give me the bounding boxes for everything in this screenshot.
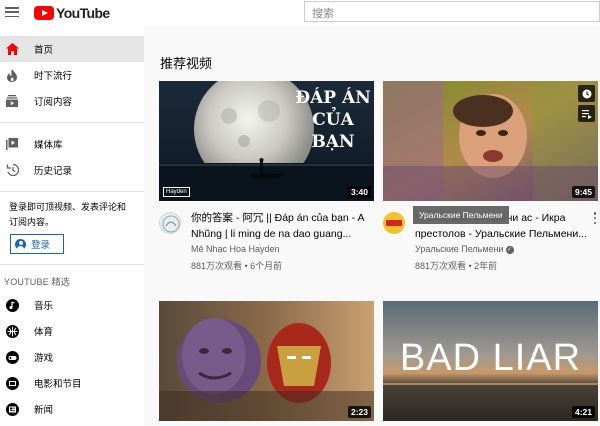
- movies-icon: [5, 376, 19, 390]
- section-title-featured: YOUTUBE 精选: [4, 277, 71, 287]
- video-thumbnail[interactable]: BAD LIAR 4:21: [383, 301, 598, 421]
- video-duration: 3:40: [347, 186, 371, 198]
- channel-name[interactable]: Mê Nhạc Hoa Hayden: [191, 244, 280, 254]
- thumbnail-comedy-image: [383, 81, 598, 201]
- video-thumbnail[interactable]: ĐÁP ÁN CỦA BẠN Hayden 3:40: [159, 81, 374, 201]
- guide-menu-button[interactable]: [4, 5, 20, 19]
- clock-icon: [582, 89, 591, 98]
- sidebar-item-trending[interactable]: 时下流行: [0, 62, 144, 88]
- channel-avatar[interactable]: [383, 212, 405, 234]
- youtube-play-icon: [34, 6, 54, 20]
- sidebar-item-history[interactable]: 历史记录: [0, 157, 144, 183]
- masthead: YouTube 搜索: [0, 0, 600, 26]
- signin-button[interactable]: 登录: [10, 234, 64, 254]
- video-thumbnail[interactable]: 2:23: [159, 301, 374, 421]
- video-card: 9:45 Уральские Пельмени ас - Икра престо…: [383, 81, 598, 271]
- sidebar-item-library[interactable]: 媒体库: [0, 131, 144, 157]
- section-title-recommended: 推荐视频: [160, 56, 213, 71]
- channel-avatar[interactable]: [159, 212, 181, 234]
- thumbnail-caption: Hayden: [163, 187, 190, 197]
- music-icon: [5, 298, 19, 312]
- sports-icon: [5, 324, 19, 338]
- video-thumbnail[interactable]: 9:45: [383, 81, 598, 201]
- gaming-icon: [5, 350, 19, 364]
- more-actions-button[interactable]: [592, 211, 598, 225]
- video-duration: 4:21: [571, 406, 595, 418]
- queue-icon: [581, 109, 592, 119]
- youtube-logo[interactable]: YouTube: [34, 5, 110, 21]
- trending-icon: [5, 68, 19, 82]
- video-stats: 881万次观看 • 6个月前: [191, 261, 283, 271]
- video-duration: 9:45: [571, 186, 595, 198]
- verified-icon: ✓: [505, 245, 514, 254]
- sidebar-item-music[interactable]: 音乐: [0, 292, 144, 318]
- sidebar-item-sports[interactable]: 体育: [0, 318, 144, 344]
- sidebar-item-news[interactable]: 新闻: [0, 396, 144, 422]
- search-input[interactable]: 搜索: [304, 1, 600, 22]
- video-duration: 2:23: [347, 406, 371, 418]
- add-to-queue-button[interactable]: [578, 105, 595, 122]
- sidebar-item-home[interactable]: 首页: [0, 36, 144, 62]
- history-icon: [5, 163, 19, 177]
- signin-label: 登录: [31, 240, 51, 251]
- video-card: BAD LIAR 4:21: [383, 301, 598, 421]
- guide-sidebar: 首页 时下流行 订阅内容 媒体库 历史记录 登录即可顶视频、发表评论和订阅内容。…: [0, 26, 144, 426]
- video-stats: 881万次观看 • 2年前: [415, 261, 498, 271]
- sidebar-item-gaming[interactable]: 游戏: [0, 344, 144, 370]
- video-card: 2:23: [159, 301, 374, 421]
- sidebar-item-subscriptions[interactable]: 订阅内容: [0, 88, 144, 114]
- browse-content: 推荐视频 ĐÁP ÁN CỦA BẠN Hayden 3:40 你的答案 - 阿…: [144, 26, 600, 426]
- library-icon: [5, 137, 19, 151]
- subscriptions-icon: [5, 94, 19, 108]
- news-icon: [5, 402, 19, 416]
- video-title[interactable]: 你的答案 - 阿冗 || Đáp án của bạn - A Nhũng | …: [191, 210, 371, 242]
- sidebar-divider: [0, 191, 144, 192]
- channel-name[interactable]: Уральские Пельмени ✓: [415, 244, 514, 254]
- search-placeholder: 搜索: [312, 8, 334, 20]
- channel-tooltip: Уральские Пельмени: [413, 206, 509, 224]
- thumbnail-title-text: ĐÁP ÁN CỦA BẠN: [295, 88, 371, 152]
- signin-prompt: 登录即可顶视频、发表评论和订阅内容。: [9, 202, 127, 227]
- sidebar-item-movies[interactable]: 电影和节目: [0, 370, 144, 396]
- video-card: ĐÁP ÁN CỦA BẠN Hayden 3:40 你的答案 - 阿冗 || …: [159, 81, 374, 271]
- account-icon: [15, 238, 26, 250]
- watch-later-button[interactable]: [578, 85, 595, 102]
- home-icon: [5, 42, 19, 56]
- thumbnail-thanos-ironman-image: [159, 301, 374, 421]
- thumbnail-title-text: BAD LIAR: [399, 337, 582, 379]
- sidebar-divider: [0, 122, 144, 123]
